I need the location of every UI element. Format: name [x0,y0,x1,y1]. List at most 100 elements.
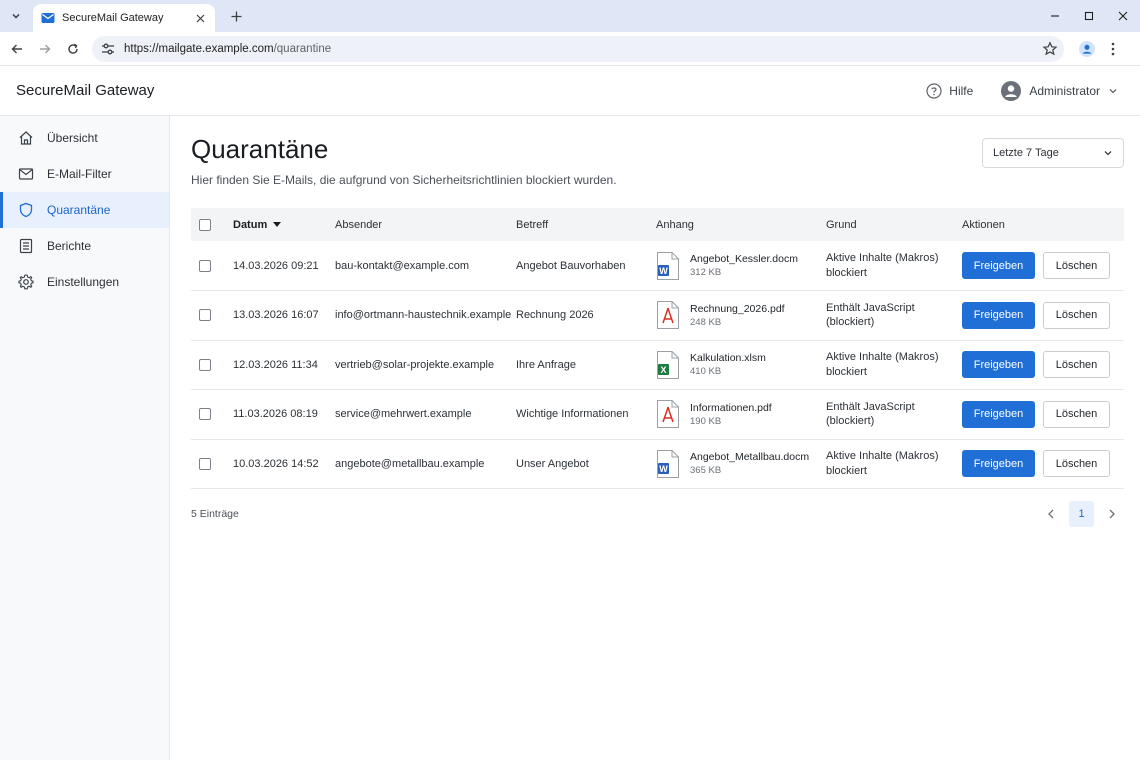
close-tab-icon[interactable] [193,11,207,25]
cell-subject: Unser Angebot [516,439,656,489]
select-all-checkbox[interactable] [199,218,211,231]
cell-sender: angebote@metallbau.example [335,439,516,489]
table-header-row: Datum Absender Betreff Anhang Grund Akti… [191,208,1124,241]
maximize-icon[interactable] [1072,0,1106,32]
browser-menu-icon[interactable] [1102,38,1124,60]
sidebar-item-label: Quarantäne [47,203,111,217]
gear-icon [18,274,34,290]
table-row: 12.03.2026 11:34 vertrieb@solar-projekte.… [191,340,1124,390]
pdf-file-icon [656,399,680,429]
cell-sender: service@mehrwert.example [335,389,516,440]
column-header-date[interactable]: Datum [233,208,335,241]
attachment[interactable]: X Kalkulation.xlsm 410 KB [656,350,826,380]
reload-icon[interactable] [62,38,84,60]
browser-toolbar: https://mailgate.example.com/quarantine [0,32,1140,66]
app-brand[interactable]: SecureMail Gateway [16,82,926,99]
attachment-size: 312 KB [690,267,722,278]
cell-reason: Enthält JavaScript (blockiert) [826,389,962,440]
delete-button[interactable]: Löschen [1043,252,1110,279]
previous-page-icon[interactable] [1039,501,1063,527]
date-range-select[interactable]: Letzte 7 Tage [982,138,1124,168]
cell-sender: info@ortmann-haustechnik.example [335,290,516,341]
release-button[interactable]: Freigeben [962,450,1035,478]
table-row: 13.03.2026 16:07 info@ortmann-haustechnik… [191,290,1124,341]
cell-reason: Aktive Inhalte (Makros) blockiert [826,241,962,291]
url-path: /quarantine [273,42,332,55]
cell-attachment: W Angebot_Metallbau.docm 365 KB [656,439,826,489]
svg-text:X: X [660,365,666,375]
minimize-icon[interactable] [1038,0,1072,32]
browser-tab-strip: SecureMail Gateway [0,0,1140,32]
browser-tab[interactable]: SecureMail Gateway [33,4,215,32]
page-subtitle: Hier finden Sie E-Mails, die aufgrund vo… [191,173,617,187]
release-button[interactable]: Freigeben [962,252,1035,279]
column-header-reason: Grund [826,218,857,231]
entry-count: 5 Einträge [191,508,239,520]
address-bar[interactable]: https://mailgate.example.com/quarantine [92,35,1064,62]
release-button[interactable]: Freigeben [962,301,1035,329]
next-page-icon[interactable] [1100,501,1124,527]
delete-button[interactable]: Löschen [1043,450,1110,478]
help-icon [926,82,942,99]
release-button[interactable]: Freigeben [962,400,1035,428]
close-window-icon[interactable] [1106,0,1140,32]
delete-button[interactable]: Löschen [1043,351,1110,379]
table-row: 10.03.2026 14:52 angebote@metallbau.examp… [191,439,1124,489]
help-link[interactable]: Hilfe [926,82,974,99]
cell-attachment: W Angebot_Kessler.docm 312 KB [656,241,826,291]
cell-sender: vertrieb@solar-projekte.example [335,340,516,390]
attachment[interactable]: Rechnung_2026.pdf 248 KB [656,300,826,330]
cell-subject: Ihre Anfrage [516,340,656,390]
attachment-filename: Rechnung_2026.pdf [690,302,785,315]
pagination: 1 [1039,501,1124,527]
cell-attachment: Rechnung_2026.pdf 248 KB [656,290,826,341]
tab-search-icon[interactable] [5,5,27,27]
cell-reason: Aktive Inhalte (Makros) blockiert [826,340,962,390]
excel-file-icon: X [656,350,680,380]
back-icon[interactable] [6,38,28,60]
delete-button[interactable]: Löschen [1043,400,1110,428]
help-label: Hilfe [949,83,974,98]
attachment-size: 365 KB [690,465,722,477]
reason-line-1: Enthält JavaScript [826,301,915,314]
row-checkbox[interactable] [199,457,211,470]
reason-line-2: (blockiert) [826,316,875,329]
delete-button[interactable]: Löschen [1043,301,1110,329]
attachment-filename: Angebot_Kessler.docm [690,253,798,265]
cell-actions: Freigeben Löschen [962,389,1124,440]
quarantine-table: Datum Absender Betreff Anhang Grund Akti… [191,208,1124,489]
sidebar-item-email-filter[interactable]: E-Mail-Filter [0,156,169,192]
table-row: 11.03.2026 08:19 service@mehrwert.example… [191,389,1124,440]
site-settings-icon[interactable] [100,41,116,57]
row-checkbox[interactable] [199,259,211,272]
sidebar-item-settings[interactable]: Einstellungen [0,264,169,300]
sidebar-item-overview[interactable]: Übersicht [0,120,169,156]
release-button[interactable]: Freigeben [962,351,1035,379]
browser-profile-icon[interactable] [1076,38,1098,60]
user-menu[interactable]: Administrator [1001,80,1118,101]
sidebar-item-quarantine[interactable]: Quarantäne [0,192,169,228]
word-file-icon: W [656,449,680,479]
sidebar-item-label: E-Mail-Filter [47,167,112,181]
chevron-down-icon [1109,88,1117,93]
reason-line-2: blockiert [826,266,867,279]
cell-date: 10.03.2026 14:52 [233,439,335,489]
column-header-attachment: Anhang [656,218,694,231]
new-tab-icon[interactable] [225,5,247,27]
cell-attachment: X Kalkulation.xlsm 410 KB [656,340,826,390]
attachment[interactable]: Informationen.pdf 190 KB [656,399,826,429]
main-content: Quarantäne Hier finden Sie E-Mails, die … [170,116,1140,760]
mail-favicon-icon [41,13,55,23]
bookmark-star-icon[interactable] [1042,40,1058,57]
attachment[interactable]: W Angebot_Kessler.docm 312 KB [656,251,826,281]
sidebar-item-reports[interactable]: Berichte [0,228,169,264]
row-checkbox[interactable] [199,309,211,322]
attachment[interactable]: W Angebot_Metallbau.docm 365 KB [656,449,826,479]
forward-icon[interactable] [34,38,56,60]
row-checkbox[interactable] [199,408,211,421]
cell-sender: bau-kontakt@example.com [335,241,516,291]
row-checkbox[interactable] [199,358,211,371]
reason-line-2: blockiert [826,464,867,477]
page-button-current[interactable]: 1 [1069,501,1094,527]
word-file-icon: W [656,251,680,281]
